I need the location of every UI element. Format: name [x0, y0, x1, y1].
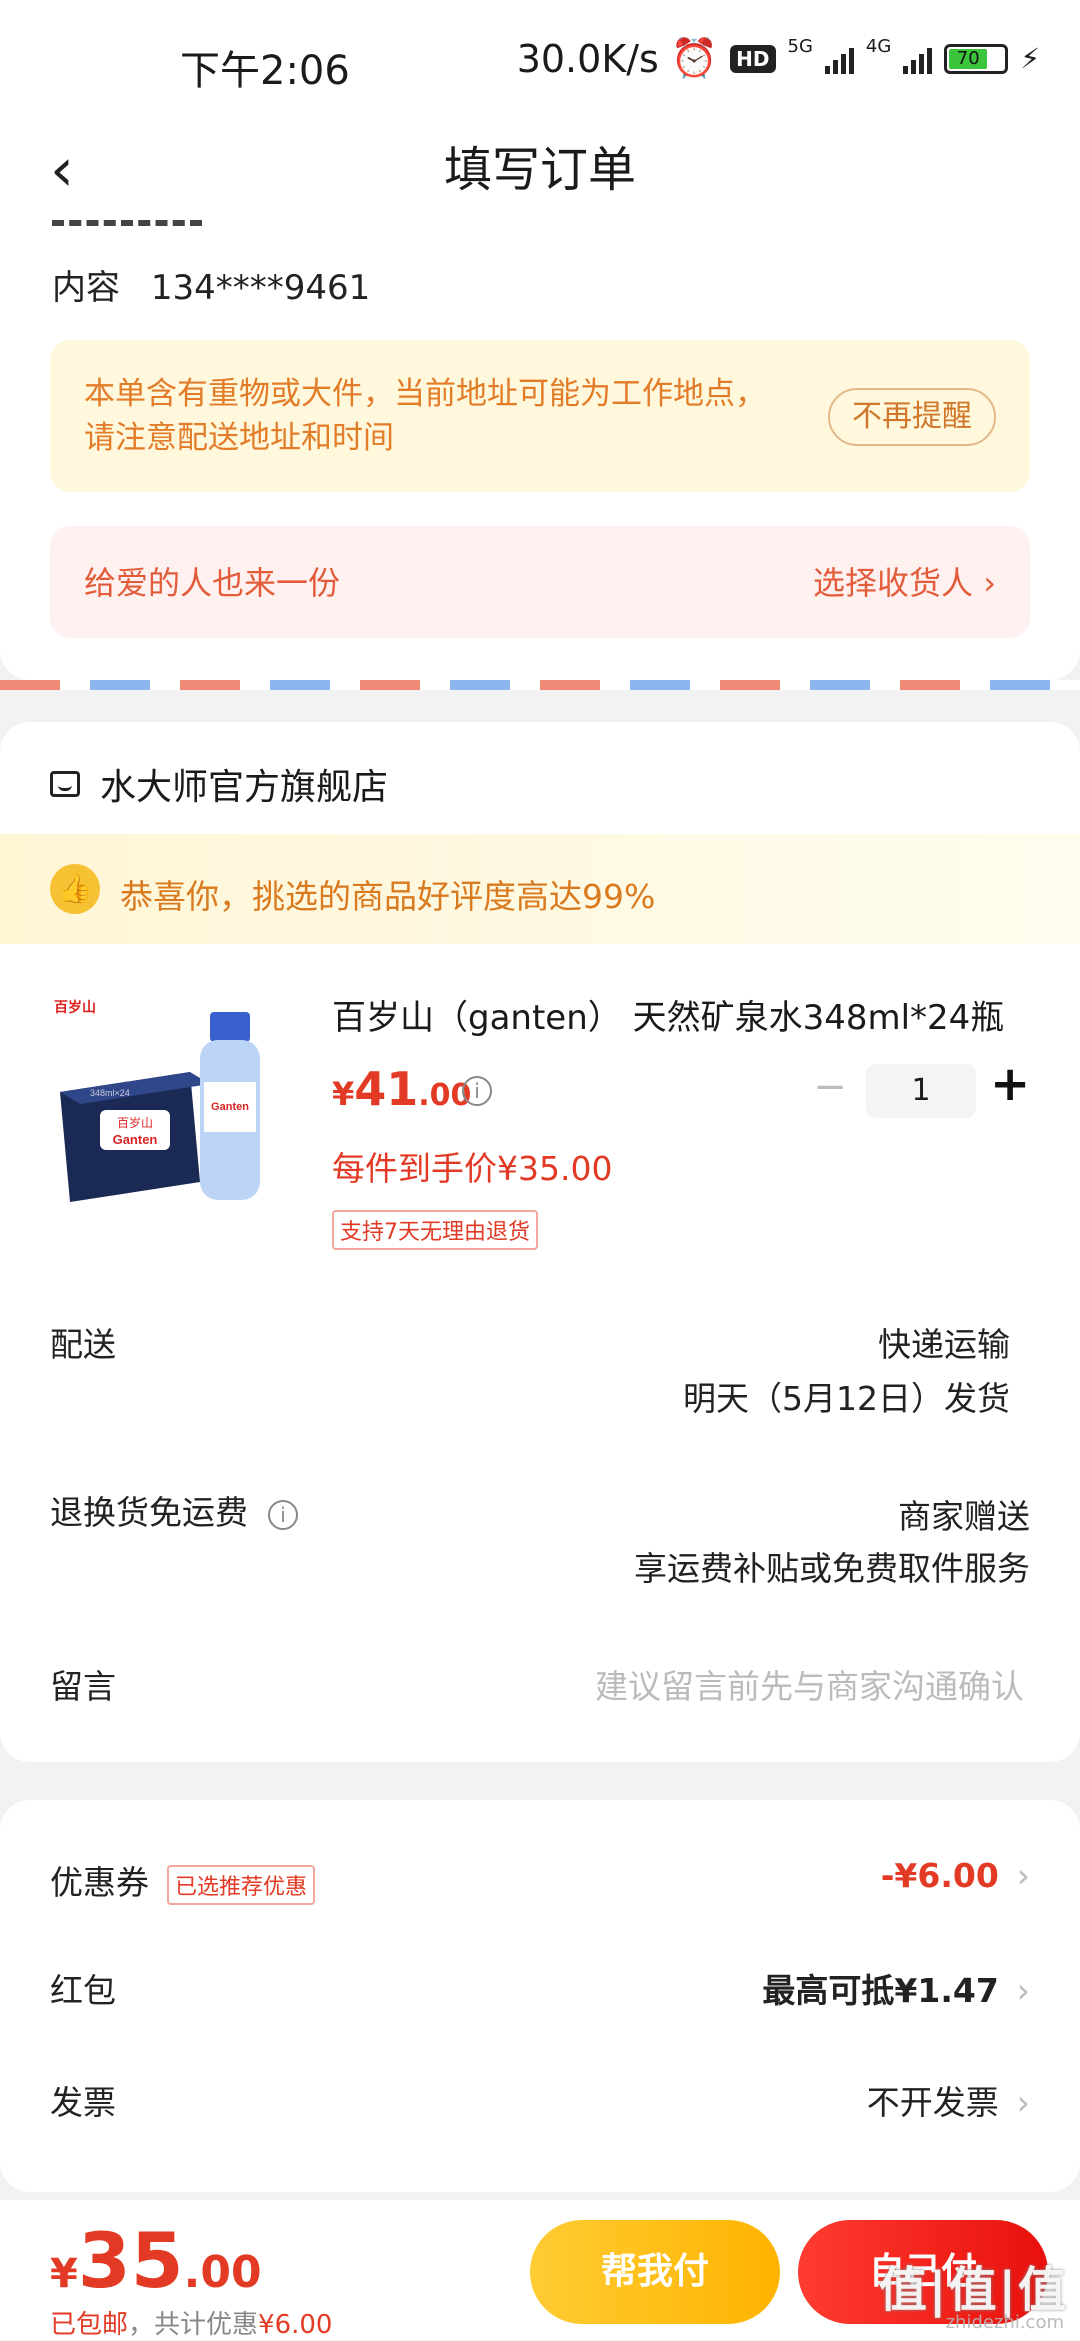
gift-banner[interactable]: 给爱的人也来一份 选择收货人 ›	[50, 526, 1030, 638]
delivery-date: 明天（5月12日）发货	[683, 1379, 1010, 1418]
coupon-value: -¥6.00	[880, 1856, 999, 1895]
return-shipping-value: 商家赠送	[898, 1497, 1030, 1536]
thumbs-up-icon: 👍	[50, 864, 100, 914]
network-speed: 30.0K/s	[516, 36, 659, 81]
discounts-card: 优惠券 已选推荐优惠 -¥6.00 › 红包 最高可抵¥1.47 › 发票 不开发票 ›	[0, 1800, 1080, 2192]
store-name: 水大师官方旗舰店	[100, 767, 389, 808]
chevron-right-icon: ›	[1016, 1971, 1030, 2010]
coupon-row[interactable]: -¥6.00 ›	[881, 1856, 1030, 1895]
warning-text: 本单含有重物或大件，当前地址可能为工作地点，请注意配送地址和时间	[84, 376, 766, 456]
message-label: 留言	[50, 1667, 116, 1706]
battery-icon: 70	[944, 43, 1009, 74]
total-subtext: 已包邮，共计优惠¥6.00	[50, 2304, 332, 2341]
store-header[interactable]: 水大师官方旗舰店	[50, 758, 388, 810]
total-decimal: .00	[183, 2247, 262, 2298]
redpacket-row[interactable]: 最高可抵¥1.47 ›	[762, 1964, 1030, 2012]
redpacket-label: 红包	[50, 1971, 116, 2010]
envelope-stripe	[0, 680, 1080, 690]
contact-label: 内容	[52, 268, 120, 308]
address-contact: 内容 134****9461	[52, 260, 390, 309]
quantity-decrease-button[interactable]: −	[810, 1064, 850, 1110]
invoice-value: 不开发票	[866, 2083, 999, 2122]
net-5g-label: 5G	[787, 36, 813, 57]
coupon-row-label: 优惠券 已选推荐优惠	[50, 1856, 316, 1905]
total-price: ¥35.00	[50, 2216, 262, 2305]
return-shipping-row: 退换货免运费 i	[50, 1486, 298, 1534]
address-partial-line	[52, 220, 202, 232]
watermark-logo: 值|值|值	[878, 2262, 1068, 2318]
praise-banner: 👍 恭喜你，挑选的商品好评度高达99%	[0, 834, 1080, 944]
price-integer: 41	[354, 1062, 419, 1116]
message-input[interactable]: 建议留言前先与商家沟通确认	[595, 1660, 1024, 1708]
product-box-label: 348ml×24	[90, 1088, 130, 1098]
return-shipping-sub: 享运费补贴或免费取件服务	[634, 1549, 1030, 1588]
product-price: ¥41.00	[332, 1062, 471, 1116]
delivery-method[interactable]: 快递运输	[878, 1318, 1010, 1366]
quantity-increase-button[interactable]: +	[990, 1056, 1030, 1112]
dismiss-warning-button[interactable]: 不再提醒	[828, 388, 996, 446]
price-info-icon[interactable]: i	[462, 1076, 492, 1106]
product-bottle-logo: Ganten	[211, 1101, 249, 1113]
charging-icon: ⚡	[1020, 42, 1040, 75]
product-name[interactable]: 百岁山（ganten） 天然矿泉水348ml*24瓶	[332, 990, 1032, 1039]
product-box-brand: 百岁山	[117, 1115, 153, 1130]
per-item-price: 每件到手价¥35.00	[332, 1149, 613, 1188]
coupon-tag: 已选推荐优惠	[167, 1864, 316, 1905]
return-shipping-info-icon[interactable]: i	[268, 1499, 298, 1530]
status-bar: 下午2:06 30.0K/s ⏰ HD 5G 4G 70 ⚡	[0, 0, 1080, 120]
redpacket-value: 最高可抵¥1.47	[762, 1971, 999, 2010]
total-integer: 35	[77, 2216, 184, 2305]
price-currency: ¥	[332, 1075, 355, 1113]
warning-banner: 本单含有重物或大件，当前地址可能为工作地点，请注意配送地址和时间 不再提醒	[50, 340, 1030, 492]
praise-text: 恭喜你，挑选的商品好评度高达99%	[120, 877, 656, 916]
product-logo-small: 百岁山	[54, 999, 96, 1015]
return-shipping-label: 退换货免运费	[50, 1493, 248, 1532]
contact-phone: 134****9461	[150, 268, 371, 308]
free-shipping-text: 已包邮	[50, 2310, 129, 2340]
quantity-input[interactable]: 1	[866, 1064, 976, 1118]
page-title: 填写订单	[443, 142, 636, 198]
product-box-logo: Ganten	[113, 1132, 158, 1147]
chevron-right-icon: ›	[1016, 2083, 1030, 2122]
coupon-label: 优惠券	[50, 1863, 149, 1902]
signal-icon	[824, 44, 854, 74]
address-card[interactable]: 内容 134****9461 本单含有重物或大件，当前地址可能为工作地点，请注意…	[0, 220, 1080, 680]
choose-recipient-link[interactable]: 选择收货人 ›	[813, 558, 996, 604]
return-policy-tag: 支持7天无理由退货	[332, 1210, 538, 1250]
product-image[interactable]: 百岁山 百岁山 Ganten 348ml×24 Ganten	[50, 992, 290, 1232]
help-pay-button[interactable]: 帮我付	[530, 2220, 780, 2324]
store-card: 水大师官方旗舰店 👍 恭喜你，挑选的商品好评度高达99% 百岁山 百岁山 Gan…	[0, 722, 1080, 1762]
signal-icon-2	[903, 44, 933, 74]
invoice-label: 发票	[50, 2083, 116, 2122]
total-currency: ¥	[50, 2251, 78, 2297]
saving-prefix: ，共计优惠	[128, 2310, 259, 2340]
status-time: 下午2:06	[180, 48, 350, 94]
store-icon	[50, 771, 80, 797]
hd-icon: HD	[730, 44, 776, 73]
saving-value: ¥6.00	[258, 2310, 333, 2340]
net-4g-label: 4G	[865, 36, 892, 57]
invoice-row[interactable]: 不开发票 ›	[867, 2076, 1030, 2124]
alarm-icon: ⏰	[670, 36, 719, 80]
gift-text: 给爱的人也来一份	[84, 564, 341, 602]
watermark-url: zhidezhi.com	[945, 2312, 1064, 2333]
status-icons: 30.0K/s ⏰ HD 5G 4G 70 ⚡	[517, 36, 1040, 81]
battery-level: 70	[949, 48, 988, 69]
delivery-label: 配送	[50, 1325, 116, 1364]
nav-header: ‹ 填写订单	[0, 120, 1080, 220]
chevron-right-icon: ›	[1016, 1856, 1030, 1895]
